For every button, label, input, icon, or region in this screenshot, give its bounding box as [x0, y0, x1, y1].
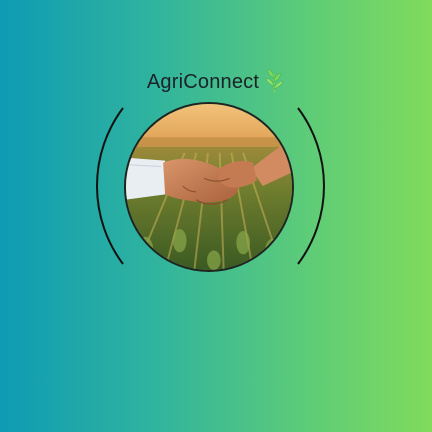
handshake-photo: [124, 102, 294, 272]
handshake-illustration: [126, 104, 292, 270]
wheat-leaf-icon: [265, 68, 284, 93]
left-arc: [96, 107, 124, 265]
logo-canvas: AgriConnect: [0, 0, 432, 432]
right-arc: [297, 107, 325, 265]
brand-lockup: AgriConnect: [0, 68, 432, 94]
brand-name: AgriConnect: [146, 71, 260, 93]
